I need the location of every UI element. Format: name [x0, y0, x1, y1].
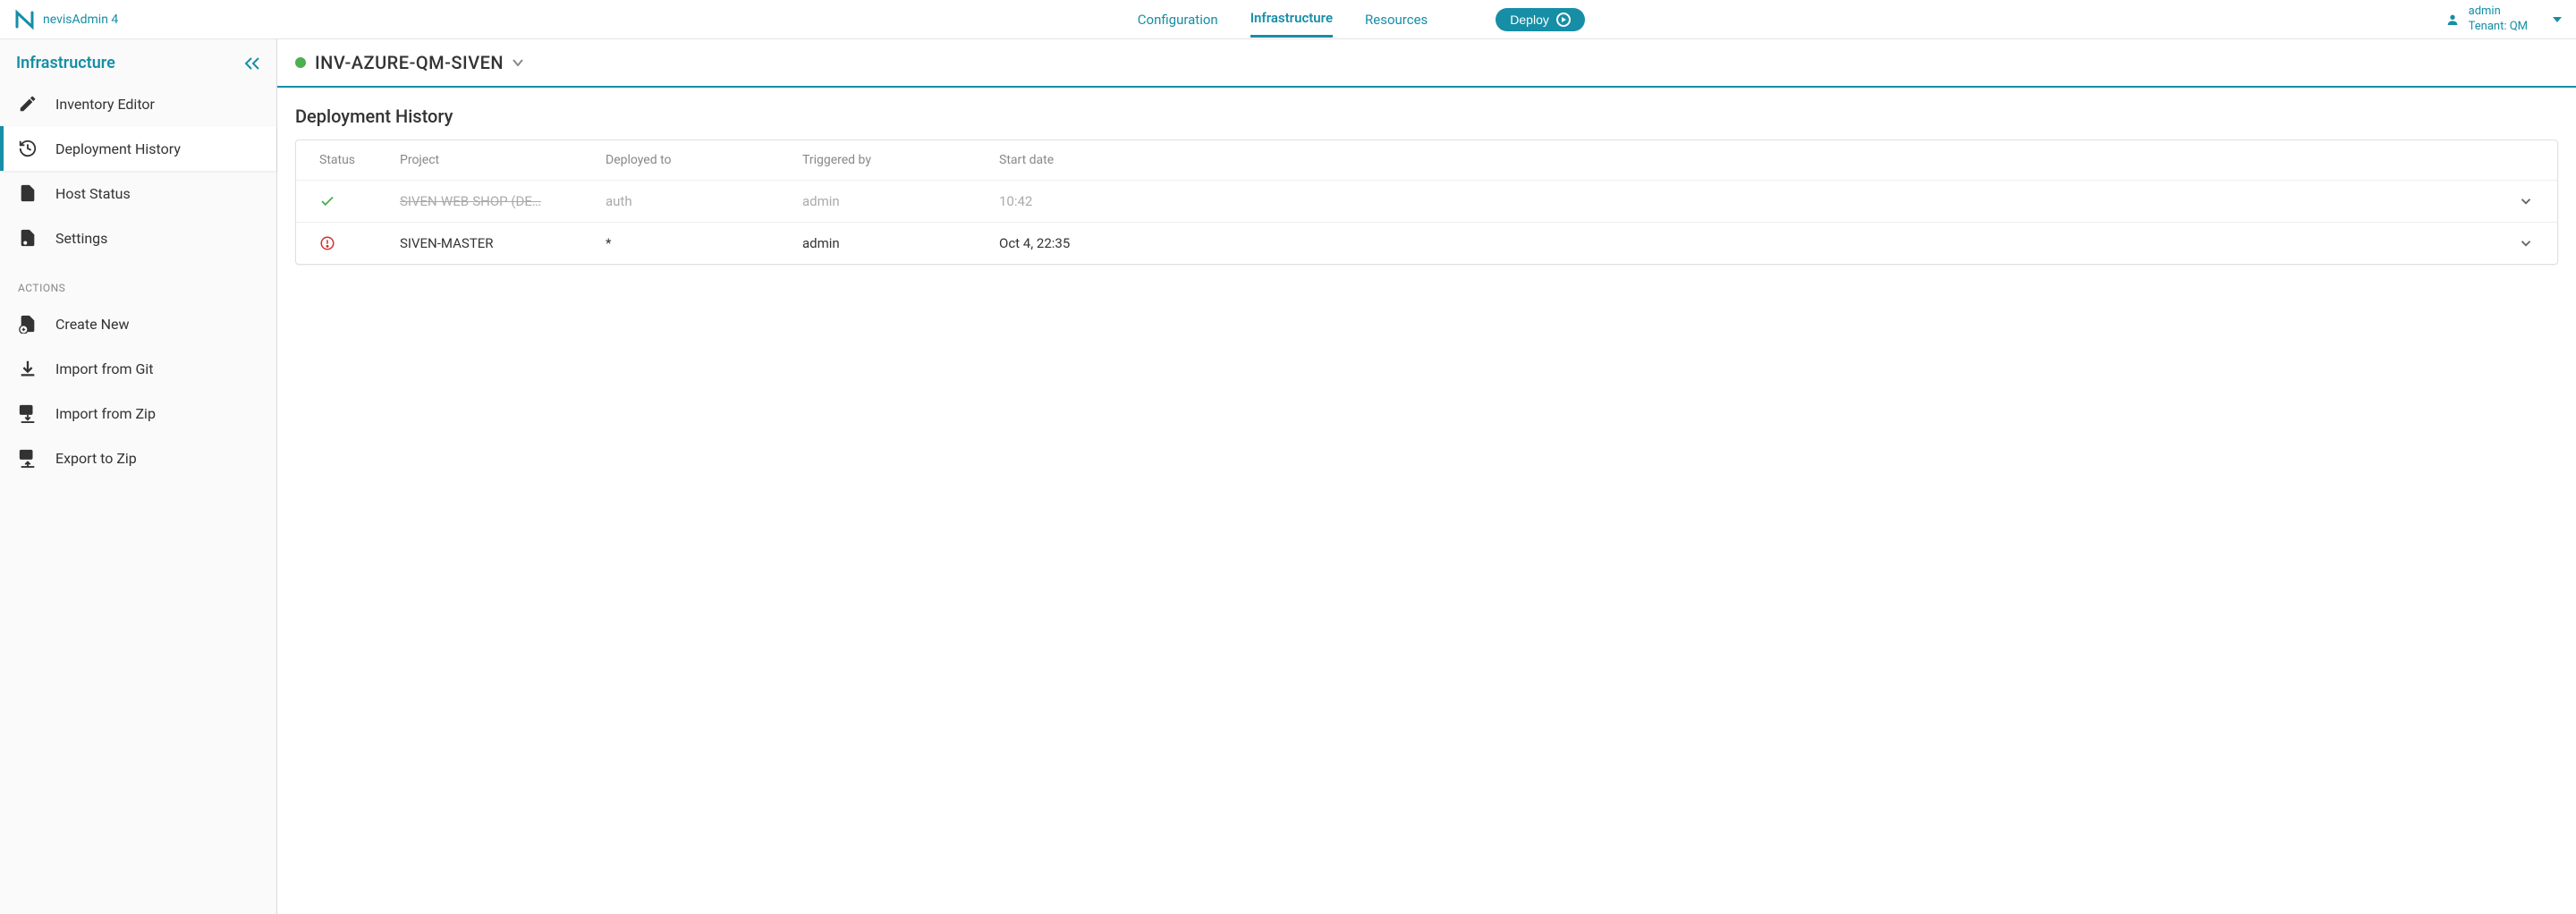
- status-cell: [319, 235, 400, 251]
- sidebar-item-label: Host Status: [55, 185, 131, 202]
- user-name: admin: [2469, 4, 2528, 20]
- triggered-by-cell: admin: [802, 193, 999, 209]
- project-cell: SIVEN-MASTER: [400, 235, 606, 251]
- table-row[interactable]: SIVEN-WEB-SHOP (DE… auth admin 10:42: [296, 181, 2557, 223]
- inventory-selector[interactable]: INV-AZURE-QM-SIVEN: [277, 39, 2576, 88]
- chevron-down-icon: [2518, 193, 2534, 209]
- play-icon: [1556, 13, 1571, 27]
- history-icon: [18, 139, 38, 158]
- triggered-by-cell: admin: [802, 235, 999, 251]
- sidebar-item-inventory-editor[interactable]: Inventory Editor: [0, 81, 276, 126]
- sidebar-item-settings[interactable]: Settings: [0, 216, 276, 260]
- deployed-to-cell: auth: [606, 193, 802, 209]
- deployed-to-cell: *: [606, 235, 802, 251]
- user-tenant: Tenant: QM: [2469, 20, 2528, 35]
- user-menu[interactable]: admin Tenant: QM: [2445, 4, 2562, 35]
- nav-infrastructure[interactable]: Infrastructure: [1250, 1, 1333, 38]
- app-name: nevisAdmin 4: [43, 13, 118, 27]
- expand-cell[interactable]: [2480, 235, 2534, 251]
- sidebar-item-label: Inventory Editor: [55, 96, 155, 113]
- sidebar-action-label: Import from Git: [55, 360, 153, 377]
- col-header-start-date: Start date: [999, 153, 2480, 167]
- col-header-triggered-by: Triggered by: [802, 153, 999, 167]
- col-header-project: Project: [400, 153, 606, 167]
- deployment-history-table: Status Project Deployed to Triggered by …: [295, 140, 2558, 265]
- start-date-cell: Oct 4, 22:35: [999, 235, 2480, 251]
- deploy-button[interactable]: Deploy: [1496, 8, 1585, 31]
- sidebar-item-host-status[interactable]: Host Status: [0, 171, 276, 216]
- status-dot-icon: [295, 57, 306, 68]
- settings-file-icon: [18, 228, 38, 248]
- status-cell: [319, 193, 400, 209]
- deploy-label: Deploy: [1510, 13, 1549, 27]
- sidebar-action-label: Create New: [55, 316, 129, 333]
- sidebar-actions-label: ACTIONS: [0, 260, 276, 301]
- top-nav: Configuration Infrastructure Resources D…: [277, 1, 2445, 38]
- nav-resources[interactable]: Resources: [1365, 3, 1428, 37]
- sidebar-title: Infrastructure: [16, 54, 115, 72]
- app-header: nevisAdmin 4 Configuration Infrastructur…: [0, 0, 2576, 39]
- table-row[interactable]: SIVEN-MASTER * admin Oct 4, 22:35: [296, 223, 2557, 264]
- user-icon: [2445, 13, 2460, 27]
- file-icon: [18, 183, 38, 203]
- collapse-icon[interactable]: [244, 57, 260, 70]
- download-icon: [18, 359, 38, 378]
- sidebar-item-label: Deployment History: [55, 140, 181, 157]
- logo-area[interactable]: nevisAdmin 4: [14, 9, 277, 30]
- error-icon: [319, 235, 335, 251]
- svg-text:ZIP: ZIP: [22, 408, 30, 413]
- zip-import-icon: ZIP: [18, 403, 38, 423]
- check-icon: [319, 193, 335, 209]
- sidebar: Infrastructure Inventory Editor Deployme…: [0, 39, 277, 914]
- app-logo-icon: [14, 9, 36, 30]
- chevron-down-icon: [2518, 235, 2534, 251]
- svg-text:ZIP: ZIP: [22, 453, 30, 458]
- table-header-row: Status Project Deployed to Triggered by …: [296, 140, 2557, 181]
- pencil-icon: [18, 94, 38, 114]
- col-header-status: Status: [319, 153, 400, 167]
- expand-cell[interactable]: [2480, 193, 2534, 209]
- user-text: admin Tenant: QM: [2469, 4, 2528, 35]
- caret-down-icon[interactable]: [513, 59, 523, 66]
- inventory-name: INV-AZURE-QM-SIVEN: [315, 52, 504, 73]
- create-new-icon: [18, 314, 38, 334]
- start-date-cell: 10:42: [999, 193, 2480, 209]
- zip-export-icon: ZIP: [18, 448, 38, 468]
- sidebar-action-label: Export to Zip: [55, 450, 137, 467]
- sidebar-action-import-zip[interactable]: ZIP Import from Zip: [0, 391, 276, 436]
- sidebar-action-import-git[interactable]: Import from Git: [0, 346, 276, 391]
- project-cell: SIVEN-WEB-SHOP (DE…: [400, 193, 606, 209]
- sidebar-action-create-new[interactable]: Create New: [0, 301, 276, 346]
- sidebar-action-export-zip[interactable]: ZIP Export to Zip: [0, 436, 276, 480]
- col-header-deployed-to: Deployed to: [606, 153, 802, 167]
- main-content: INV-AZURE-QM-SIVEN Deployment History St…: [277, 39, 2576, 914]
- sidebar-item-deployment-history[interactable]: Deployment History: [0, 126, 276, 171]
- sidebar-item-label: Settings: [55, 230, 107, 247]
- sidebar-action-label: Import from Zip: [55, 405, 156, 422]
- page-title: Deployment History: [277, 88, 2576, 140]
- caret-down-icon[interactable]: [2553, 17, 2562, 22]
- nav-configuration[interactable]: Configuration: [1138, 3, 1218, 37]
- sidebar-header: Infrastructure: [0, 39, 276, 81]
